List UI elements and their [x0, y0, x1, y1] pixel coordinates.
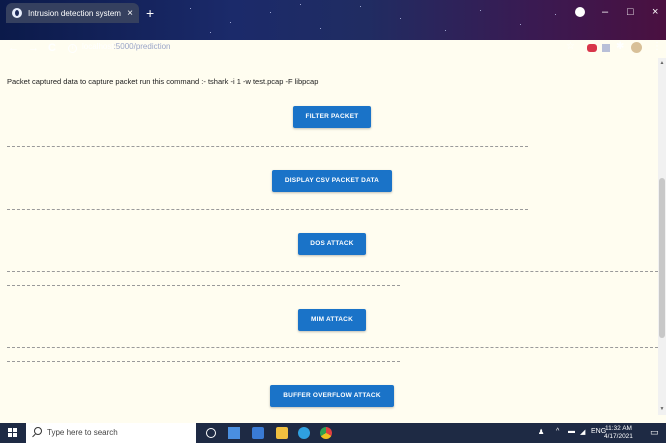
- store-icon[interactable]: [252, 427, 264, 439]
- search-icon: [34, 427, 42, 435]
- tray-chevron-icon[interactable]: ^: [556, 428, 559, 435]
- tab-close-icon[interactable]: ×: [127, 8, 133, 19]
- forward-button[interactable]: →: [28, 42, 39, 54]
- divider: [7, 347, 658, 348]
- divider: [7, 209, 528, 210]
- minimize-button[interactable]: –: [602, 6, 608, 18]
- bookmark-star-icon[interactable]: ☆: [566, 41, 575, 52]
- search-placeholder: Type here to search: [47, 428, 118, 437]
- reload-button[interactable]: C: [48, 42, 56, 54]
- edge-icon[interactable]: [298, 427, 310, 439]
- url-path: :5000/prediction: [113, 42, 171, 51]
- tab-intrusion-detection[interactable]: Intrusion detection system ×: [6, 3, 139, 23]
- divider: [7, 271, 658, 272]
- back-button[interactable]: ←: [8, 42, 19, 54]
- cortana-icon[interactable]: [206, 428, 216, 438]
- mim-attack-button[interactable]: MIM ATTACK: [298, 309, 366, 331]
- info-icon[interactable]: i: [68, 44, 77, 53]
- address-bar[interactable]: localhost:5000/prediction: [82, 42, 171, 51]
- taskbar: Type here to search ♟ ^ ▬ ◢ ENG 11:32 AM…: [0, 423, 666, 443]
- scroll-thumb[interactable]: [659, 178, 665, 338]
- volume-icon[interactable]: ◢: [580, 428, 585, 436]
- dos-attack-button[interactable]: DOS ATTACK: [298, 233, 366, 255]
- browser-titlebar: Intrusion detection system × + – □ ×: [0, 0, 666, 40]
- taskbar-clock[interactable]: 11:32 AM 4/17/2021: [604, 425, 633, 441]
- extension-red-icon[interactable]: [587, 44, 597, 52]
- divider: [7, 361, 400, 362]
- notifications-icon[interactable]: ▭: [650, 427, 659, 438]
- battery-icon[interactable]: ▬: [568, 428, 575, 435]
- buffer-overflow-button[interactable]: BUFFER OVERFLOW ATTACK: [270, 385, 394, 407]
- extension-box-icon[interactable]: [602, 44, 610, 52]
- file-explorer-icon[interactable]: [276, 427, 288, 439]
- display-csv-button[interactable]: DISPLAY CSV PACKET DATA: [272, 170, 392, 192]
- maximize-button[interactable]: □: [627, 6, 634, 18]
- clock-time: 11:32 AM: [604, 425, 632, 432]
- scroll-down-icon[interactable]: ▼: [659, 406, 665, 412]
- browser-menu-icon[interactable]: ⋮: [652, 41, 662, 52]
- chrome-icon[interactable]: [320, 427, 332, 439]
- page-content: Packet captured data to capture packet r…: [0, 58, 666, 415]
- filter-packet-button[interactable]: FILTER PACKET: [293, 106, 371, 128]
- divider: [7, 285, 400, 286]
- profile-indicator-icon[interactable]: [575, 7, 585, 17]
- clock-date: 4/17/2021: [604, 433, 633, 440]
- scroll-up-icon[interactable]: ▲: [659, 60, 665, 66]
- avatar[interactable]: [631, 42, 642, 53]
- extensions-puzzle-icon[interactable]: ✱: [616, 41, 624, 52]
- task-view-icon[interactable]: [228, 427, 240, 439]
- people-icon[interactable]: ♟: [538, 428, 544, 436]
- close-window-button[interactable]: ×: [652, 6, 658, 18]
- divider: [7, 146, 528, 147]
- windows-start-icon[interactable]: [8, 428, 18, 438]
- tab-title: Intrusion detection system: [28, 8, 121, 18]
- taskbar-search-input[interactable]: Type here to search: [26, 423, 196, 443]
- url-host: localhost: [82, 42, 114, 51]
- globe-icon: [12, 8, 22, 18]
- capture-instruction: Packet captured data to capture packet r…: [7, 77, 319, 86]
- new-tab-button[interactable]: +: [146, 5, 154, 21]
- page-scrollbar[interactable]: ▲ ▼: [658, 58, 666, 415]
